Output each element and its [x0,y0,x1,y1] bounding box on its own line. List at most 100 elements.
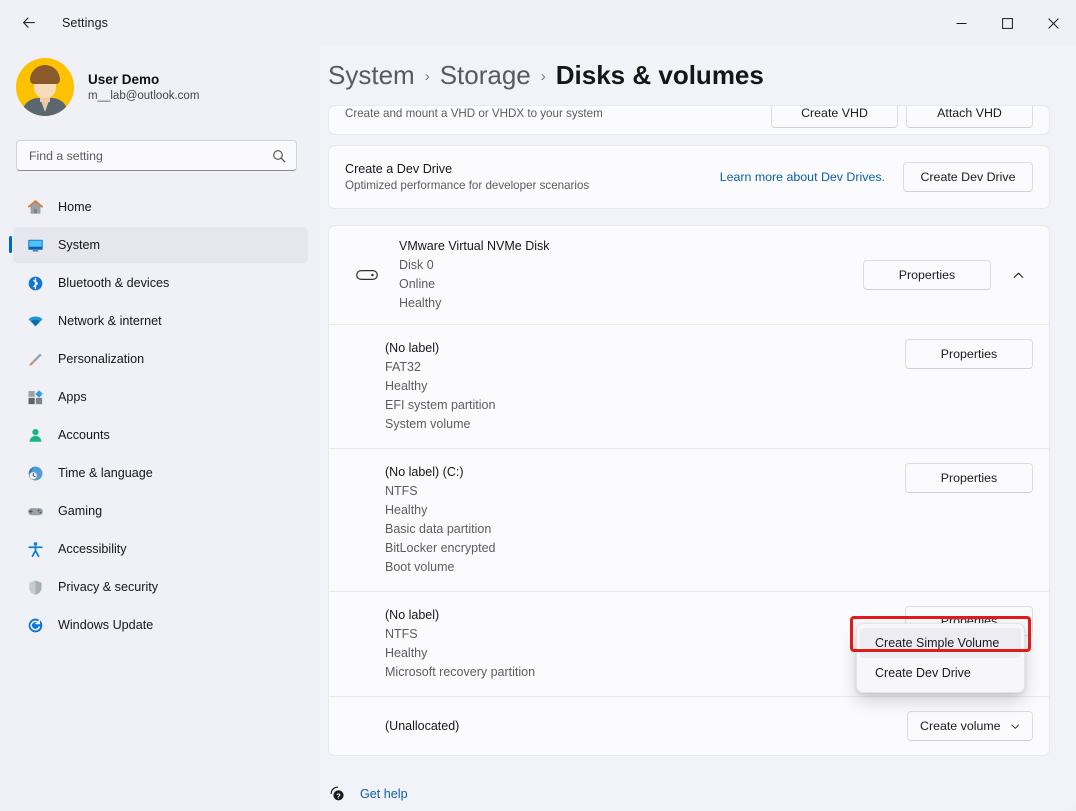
breadcrumb-storage[interactable]: Storage [440,60,531,91]
volume-detail: FAT32 [385,358,905,377]
update-refresh-icon [26,616,45,635]
create-volume-label: Create volume [920,719,1001,733]
sidebar-item-personalization[interactable]: Personalization [13,341,308,377]
volume-properties-button[interactable]: Properties [905,463,1033,493]
sidebar-item-accessibility[interactable]: Accessibility [13,531,308,567]
breadcrumb: System › Storage › Disks & volumes [328,60,1076,91]
minimize-button[interactable] [938,0,984,46]
home-icon [25,197,45,217]
paintbrush-icon [26,350,45,369]
sidebar-item-windows-update[interactable]: Windows Update [13,607,308,643]
volume-detail: Boot volume [385,558,905,577]
vhd-card: Create and mount a VHD or VHDX to your s… [328,105,1050,135]
breadcrumb-separator-1: › [425,68,430,85]
volume-detail: BitLocker encrypted [385,539,905,558]
sidebar: User Demo m__lab@outlook.com HomeSystemB… [0,46,320,811]
sidebar-item-bluetooth-devices[interactable]: Bluetooth & devices [13,265,308,301]
dev-drive-subtitle: Optimized performance for developer scen… [345,179,720,192]
sidebar-item-label: Personalization [58,352,144,366]
sidebar-item-label: Gaming [58,504,102,518]
disk-drive-icon [355,263,379,287]
close-button[interactable] [1030,0,1076,46]
back-button[interactable] [13,7,45,39]
sidebar-item-network-internet[interactable]: Network & internet [13,303,308,339]
sidebar-item-accounts[interactable]: Accounts [13,417,308,453]
breadcrumb-separator-2: › [541,68,546,85]
dev-drive-title: Create a Dev Drive [345,162,720,176]
volume-info: (No label) (C:)NTFSHealthyBasic data par… [385,463,905,577]
clock-globe-icon [26,464,45,483]
sidebar-item-system[interactable]: System [13,227,308,263]
clock-globe-icon [25,463,45,483]
sidebar-item-time-language[interactable]: Time & language [13,455,308,491]
disk-header-row: VMware Virtual NVMe Disk Disk 0 Online H… [329,226,1049,324]
disk-health: Healthy [399,294,863,313]
sidebar-item-home[interactable]: Home [13,189,308,225]
sidebar-item-apps[interactable]: Apps [13,379,308,415]
account-name: User Demo [88,72,199,87]
apps-icon [26,388,45,407]
svg-text:?: ? [336,791,341,800]
shield-icon [25,577,45,597]
create-volume-dropdown[interactable]: Create Simple VolumeCreate Dev Drive [856,623,1025,693]
breadcrumb-system[interactable]: System [328,60,415,91]
sidebar-item-label: Accessibility [58,542,127,556]
menu-item-create-dev-drive[interactable]: Create Dev Drive [860,658,1021,688]
vhd-card-row: Create and mount a VHD or VHDX to your s… [329,105,1049,135]
home-icon [26,198,45,217]
bluetooth-icon [26,274,45,293]
wifi-icon [26,312,45,331]
system-monitor-icon [26,236,45,255]
account-email: m__lab@outlook.com [88,90,199,102]
create-dev-drive-button[interactable]: Create Dev Drive [903,162,1033,192]
volume-row: (No label) (C:)NTFSHealthyBasic data par… [329,448,1049,591]
dev-drive-row: Create a Dev Drive Optimized performance… [329,146,1049,208]
volume-detail: NTFS [385,482,905,501]
dev-drive-text: Create a Dev Drive Optimized performance… [345,162,720,192]
search-icon[interactable] [272,149,286,163]
avatar [16,58,74,116]
disk-status: Online [399,275,863,294]
apps-icon [25,387,45,407]
volume-info: (No label)FAT32HealthyEFI system partiti… [385,339,905,434]
volume-properties-button[interactable]: Properties [905,339,1033,369]
get-help-label[interactable]: Get help [360,787,408,801]
search-input[interactable] [29,149,272,163]
volume-label: (No label) (C:) [385,463,905,482]
person-icon [25,425,45,445]
disk-info: VMware Virtual NVMe Disk Disk 0 Online H… [399,237,863,313]
search-box[interactable] [16,140,297,171]
volume-detail: EFI system partition [385,396,905,415]
chevron-up-icon [1012,269,1025,282]
maximize-icon [1002,18,1013,29]
close-icon [1048,18,1059,29]
arrow-left-icon [21,15,37,31]
vhd-text: Create and mount a VHD or VHDX to your s… [345,105,771,120]
page-title: Disks & volumes [556,60,764,91]
learn-more-dev-drives-link[interactable]: Learn more about Dev Drives. [720,170,885,184]
settings-window: Settings [0,0,1076,811]
wifi-icon [25,311,45,331]
create-volume-button[interactable]: Create volume [907,711,1033,741]
paintbrush-icon [25,349,45,369]
disk-collapse-toggle[interactable] [1003,260,1033,290]
attach-vhd-button[interactable]: Attach VHD [906,105,1033,128]
sidebar-item-privacy-security[interactable]: Privacy & security [13,569,308,605]
sidebar-item-gaming[interactable]: Gaming [13,493,308,529]
disk-properties-button[interactable]: Properties [863,260,991,290]
maximize-button[interactable] [984,0,1030,46]
account-block[interactable]: User Demo m__lab@outlook.com [16,58,320,116]
volume-detail: Healthy [385,377,905,396]
get-help[interactable]: ? Get help [328,784,1076,803]
unallocated-info: (Unallocated) [385,717,907,736]
chevron-down-icon [1010,721,1020,732]
disk-number: Disk 0 [399,256,863,275]
sidebar-item-label: Network & internet [58,314,162,328]
disk-name: VMware Virtual NVMe Disk [399,237,863,256]
volume-label: (No label) [385,606,905,625]
create-vhd-button[interactable]: Create VHD [771,105,898,128]
account-text: User Demo m__lab@outlook.com [88,72,199,102]
menu-item-create-simple-volume[interactable]: Create Simple Volume [860,628,1021,658]
sidebar-item-label: Accounts [58,428,110,442]
volume-detail: Microsoft recovery partition [385,663,905,682]
